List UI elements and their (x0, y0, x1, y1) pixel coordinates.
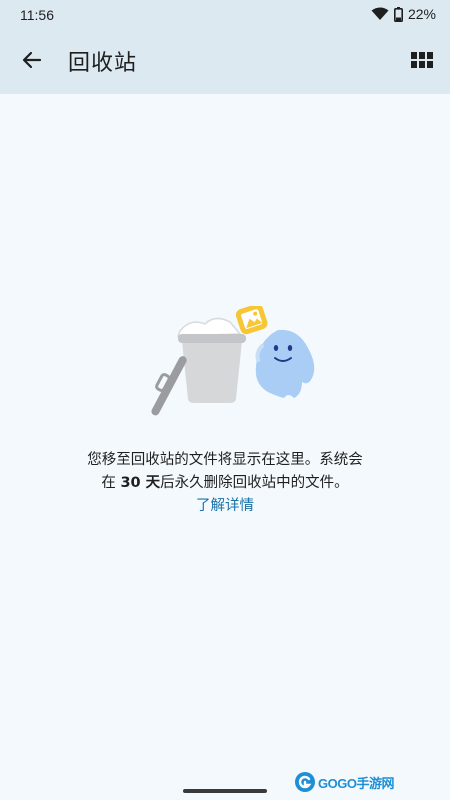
status-icons: 22% (371, 6, 436, 22)
grid-view-button[interactable] (404, 44, 440, 80)
watermark-logo: GOGO手游网 (294, 770, 444, 794)
message-line-2: 在 30 天后永久删除回收站中的文件。 (20, 472, 430, 495)
arrow-left-icon (22, 50, 42, 74)
app-bar: 回收站 (0, 30, 450, 94)
back-button[interactable] (14, 44, 50, 80)
status-bar: 11:56 22% (0, 0, 450, 30)
retention-days: 30 天 (120, 475, 161, 491)
page-title: 回收站 (68, 51, 138, 76)
message-line-2-suffix: 后永久删除回收站中的文件。 (160, 475, 349, 491)
wifi-icon (371, 7, 389, 21)
status-time: 11:56 (20, 7, 54, 23)
battery-icon (393, 6, 403, 22)
message-line-1: 您移至回收站的文件将显示在这里。系统会 (87, 452, 363, 468)
home-indicator[interactable] (183, 789, 267, 793)
empty-state: 您移至回收站的文件将显示在这里。系统会 在 30 天后永久删除回收站中的文件。 … (0, 94, 450, 800)
empty-state-message: 您移至回收站的文件将显示在这里。系统会 在 30 天后永久删除回收站中的文件。 (20, 449, 430, 495)
watermark-brand: GOGO手游网 (318, 775, 394, 791)
message-line-2-prefix: 在 (101, 475, 121, 491)
trash-illustration (130, 303, 330, 416)
learn-more-link[interactable]: 了解详情 (0, 494, 450, 515)
grid-view-icon (411, 52, 433, 72)
battery-percent: 22% (407, 6, 436, 22)
gogo-logo-icon (295, 772, 315, 792)
